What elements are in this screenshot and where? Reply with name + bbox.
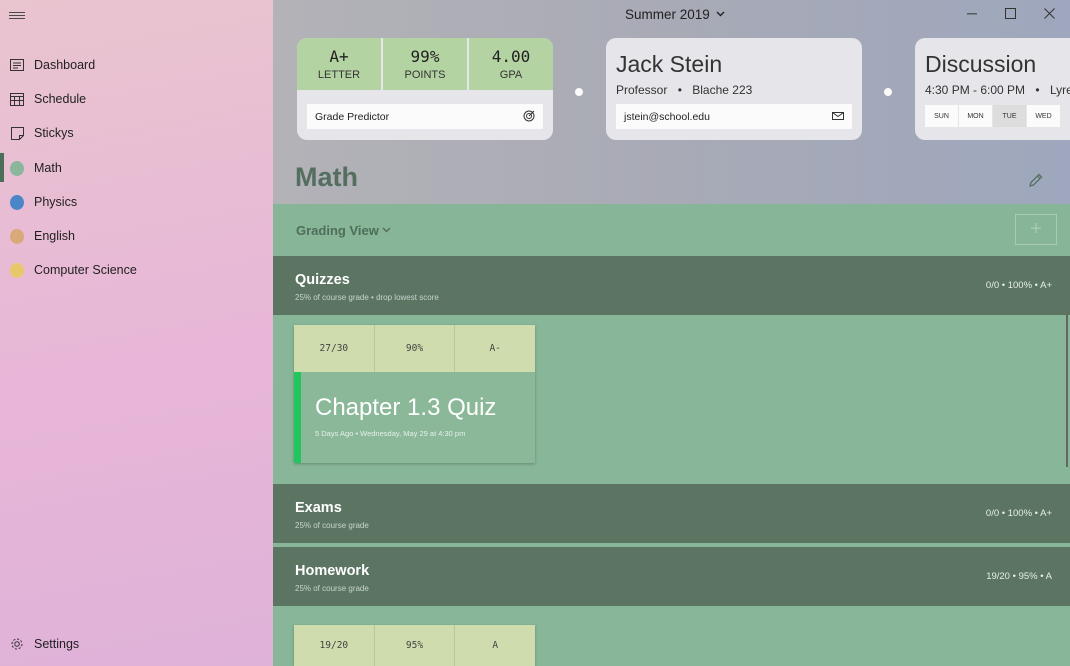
sticky-note-icon — [10, 126, 24, 140]
grade-predictor-label: Grade Predictor — [315, 110, 390, 123]
discussion-time: 4:30 PM - 6:00 PM — [925, 83, 1026, 97]
category-header-homework[interactable]: Homework 25% of course grade 19/20 • 95%… — [273, 547, 1070, 606]
professor-card: Jack Stein Professor • Blache 223 jstein… — [606, 38, 862, 140]
sidebar-item-label: Stickys — [34, 126, 74, 140]
sidebar-item-stickys[interactable]: Stickys — [0, 118, 273, 148]
discussion-details: 4:30 PM - 6:00 PM • Lyre — [925, 83, 1070, 97]
course-color-dot — [10, 228, 24, 244]
grade-value: 99% — [410, 47, 440, 66]
settings-label: Settings — [34, 637, 80, 651]
grade-value: 4.00 — [491, 47, 531, 66]
scrollbar[interactable] — [1066, 315, 1068, 467]
minimize-button[interactable]: ─ — [964, 5, 980, 21]
discussion-card[interactable]: Discussion 4:30 PM - 6:00 PM • Lyre SUN … — [915, 38, 1070, 140]
sidebar-item-label: Computer Science — [34, 263, 137, 277]
day-mon: MON — [959, 105, 993, 127]
assignment-subtitle: 5 Days Ago • Wednesday, May 29 at 4:30 p… — [315, 429, 466, 438]
assignment-percent: 90% — [375, 325, 456, 372]
calendar-icon — [10, 92, 24, 106]
sidebar-item-label: Dashboard — [34, 58, 96, 72]
discussion-location: Lyre — [1049, 83, 1070, 97]
maximize-icon — [1004, 8, 1016, 19]
close-icon — [1043, 8, 1055, 19]
category-title: Exams — [295, 500, 342, 516]
edit-course-button[interactable] — [1028, 172, 1044, 188]
discussion-days: SUN MON TUE WED — [925, 105, 1061, 127]
sidebar-item-settings[interactable]: Settings — [0, 629, 273, 659]
grade-gpa-cell: 4.00 GPA — [469, 38, 553, 90]
assignment-card[interactable]: 27/30 90% A- Chapter 1.3 Quiz 5 Days Ago… — [294, 325, 535, 463]
category-stats: 19/20 • 95% • A — [986, 571, 1052, 582]
grade-label: GPA — [499, 69, 523, 81]
sidebar-item-physics[interactable]: Physics — [0, 187, 273, 217]
sidebar-item-schedule[interactable]: Schedule — [0, 84, 273, 114]
grade-label: LETTER — [317, 69, 361, 81]
grade-points-cell: 99% POINTS — [383, 38, 469, 90]
assignment-letter: A- — [489, 343, 501, 354]
sidebar-item-math[interactable]: Math — [0, 153, 273, 183]
professor-name: Jack Stein — [616, 51, 723, 77]
category-stats: 0/0 • 100% • A+ — [985, 508, 1052, 519]
page-title: Math — [295, 162, 358, 192]
discussion-title: Discussion — [925, 51, 1037, 77]
professor-email: jstein@school.edu — [624, 110, 710, 123]
category-header-exams[interactable]: Exams 25% of course grade 0/0 • 100% • A… — [273, 484, 1070, 543]
chevron-down-icon — [382, 227, 391, 233]
assignment-score: 19/20 — [294, 625, 375, 666]
grade-value: A+ — [329, 47, 349, 66]
assignment-letter: A — [492, 640, 499, 651]
gear-icon — [10, 637, 24, 651]
category-subtitle: 25% of course grade • drop lowest score — [295, 293, 439, 302]
maximize-button[interactable] — [1002, 5, 1018, 21]
sidebar-item-label: Math — [34, 161, 62, 175]
term-selector[interactable]: Summer 2019 — [625, 7, 725, 22]
sidebar-item-dashboard[interactable]: Dashboard — [0, 50, 273, 80]
grading-view-dropdown[interactable]: Grading View — [296, 223, 391, 238]
pencil-icon — [1029, 173, 1043, 187]
assignment-card[interactable]: 19/20 95% A — [294, 625, 535, 666]
hamburger-icon[interactable] — [9, 10, 25, 22]
category-subtitle: 25% of course grade — [295, 521, 369, 530]
assignment-score: 27/30 — [294, 325, 375, 372]
close-button[interactable] — [1041, 5, 1057, 21]
day-tue: TUE — [993, 105, 1027, 127]
card-separator-dot — [884, 88, 892, 96]
category-title: Quizzes — [295, 272, 350, 288]
course-color-dot — [10, 262, 24, 278]
course-color-dot — [10, 160, 24, 176]
day-sun: SUN — [925, 105, 959, 127]
category-header-quizzes[interactable]: Quizzes 25% of course grade • drop lowes… — [273, 256, 1070, 315]
sidebar-item-label: Schedule — [34, 92, 87, 106]
course-color-dot — [10, 194, 24, 210]
sidebar-item-computer-science[interactable]: Computer Science — [0, 255, 273, 285]
day-wed: WED — [1027, 105, 1061, 127]
category-title: Homework — [295, 563, 370, 579]
professor-email-button[interactable]: jstein@school.edu — [616, 104, 852, 129]
assignment-title: Chapter 1.3 Quiz — [315, 394, 497, 421]
grading-view-bar: Grading View + — [273, 204, 1070, 255]
card-separator-dot — [575, 88, 583, 96]
assignment-accent — [294, 372, 301, 463]
sidebar-item-label: Physics — [34, 195, 78, 209]
grade-label: POINTS — [404, 69, 446, 81]
dashboard-icon — [10, 58, 24, 72]
sidebar-item-label: English — [34, 229, 75, 243]
grade-letter-cell: A+ LETTER — [297, 38, 383, 90]
professor-role: Professor — [616, 83, 668, 97]
category-stats: 0/0 • 100% • A+ — [985, 280, 1052, 291]
add-category-button[interactable]: + — [1015, 214, 1057, 245]
mail-icon — [832, 112, 844, 120]
sidebar-item-english[interactable]: English — [0, 221, 273, 251]
category-subtitle: 25% of course grade — [295, 584, 369, 593]
grade-card: A+ LETTER 99% POINTS 4.00 GPA Grade Pred… — [297, 38, 553, 140]
grading-view-label: Grading View — [296, 223, 379, 238]
sidebar: Dashboard Schedule Stickys Math Physics … — [0, 0, 273, 666]
assignment-percent: 95% — [375, 625, 456, 666]
professor-details: Professor • Blache 223 — [616, 83, 753, 97]
grade-predictor-button[interactable]: Grade Predictor — [307, 104, 543, 129]
target-icon — [523, 110, 535, 122]
professor-office: Blache 223 — [692, 83, 753, 97]
term-label: Summer 2019 — [625, 7, 710, 22]
chevron-down-icon — [716, 11, 725, 17]
